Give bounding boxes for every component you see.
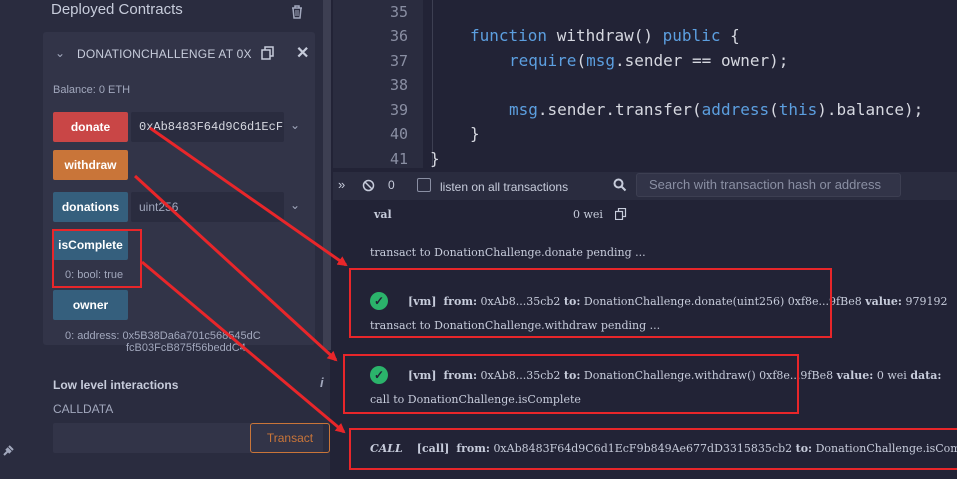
contract-instance: ⌄ DONATIONCHALLENGE AT 0X ✕ Balance: 0 E… [43, 32, 315, 354]
log-donate-pending: transact to DonationChallenge.donate pen… [370, 246, 646, 259]
donations-input[interactable]: uint256 [131, 192, 284, 222]
code-line-40: } [470, 124, 480, 143]
val-value: 0 wei [573, 208, 603, 221]
line-number: 35 [389, 3, 408, 21]
code-line-39: msg.sender.transfer(address(this).balanc… [509, 100, 924, 119]
line-number: 41 [389, 150, 408, 168]
listen-checkbox[interactable] [417, 178, 431, 192]
chevron-down-icon[interactable]: ⌄ [290, 198, 300, 212]
chevron-down-icon[interactable]: ⌄ [55, 46, 65, 60]
indent-guide [432, 0, 433, 168]
annotation-box-donate [349, 268, 832, 338]
code-line-37: require(msg.sender == owner); [509, 51, 789, 70]
line-number: 36 [389, 27, 408, 45]
plugin-icon[interactable] [2, 443, 16, 457]
copy-icon[interactable] [615, 208, 627, 220]
code-line-36: function withdraw() public { [470, 26, 740, 45]
line-gutter: 35 36 37 38 39 40 41 [333, 0, 423, 168]
transaction-search-input[interactable]: Search with transaction hash or address [636, 173, 901, 197]
icon-rail [0, 0, 30, 479]
code-line-41: } [430, 149, 440, 168]
calldata-label: CALLDATA [53, 402, 114, 416]
close-icon[interactable]: ✕ [296, 43, 309, 63]
donate-input[interactable]: 0xAb8483F64d9C6d1EcF [131, 112, 284, 142]
copy-icon[interactable] [261, 46, 275, 60]
line-number: 39 [389, 101, 408, 119]
pending-count: 0 [388, 178, 395, 192]
donate-button[interactable]: donate [53, 112, 128, 142]
instance-title: DONATIONCHALLENGE AT 0X [77, 47, 252, 61]
val-label: val [374, 208, 392, 221]
collapse-icon[interactable]: » [338, 177, 345, 192]
withdraw-button[interactable]: withdraw [53, 150, 128, 180]
donations-button[interactable]: donations [53, 192, 128, 222]
deployed-contracts-title: Deployed Contracts [51, 1, 183, 18]
chevron-down-icon[interactable]: ⌄ [290, 118, 300, 132]
owner-output-line2: fcB03FcB875f56beddC4 [126, 342, 246, 354]
balance-text: Balance: 0 ETH [53, 84, 131, 96]
annotation-box-withdraw [343, 354, 799, 414]
panel-scrollbar[interactable] [323, 0, 331, 350]
info-icon[interactable]: i [320, 375, 324, 390]
transact-button[interactable]: Transact [250, 423, 330, 453]
annotation-box-iscomplete [52, 229, 142, 288]
line-number: 40 [389, 125, 408, 143]
owner-button[interactable]: owner [53, 290, 128, 320]
trash-icon[interactable] [289, 4, 305, 20]
line-number: 38 [389, 76, 408, 94]
line-number: 37 [389, 52, 408, 70]
owner-output-line1: 0: address: 0x5B38Da6a701c568545dC [65, 330, 261, 342]
clear-icon[interactable] [362, 179, 375, 192]
annotation-box-call [349, 428, 957, 470]
listen-label: listen on all transactions [440, 180, 569, 194]
search-icon [613, 178, 627, 192]
low-level-title: Low level interactions [53, 378, 179, 392]
